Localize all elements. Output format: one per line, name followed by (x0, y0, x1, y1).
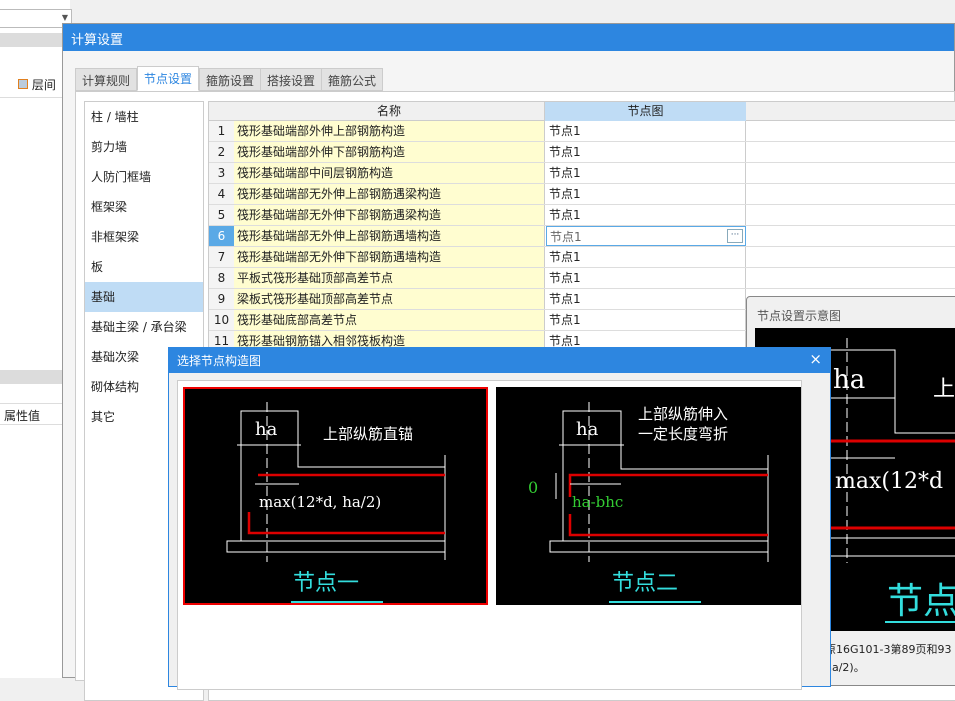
node-value-text: 节点1 (549, 313, 581, 327)
table-row[interactable]: 2 筏形基础端部外伸下部钢筋构造 节点1 (209, 142, 955, 163)
node-value-text: 节点1 (549, 124, 581, 138)
row-node-value[interactable]: 节点1 (546, 142, 746, 162)
node-value-text: 节点1 (549, 166, 581, 180)
row-node-value[interactable]: 节点1 (546, 289, 746, 309)
chevron-down-icon: ▼ (61, 13, 68, 22)
select-node-dialog: 选择节点构造图 × ha 上部纵筋直锚 max(12*d, ha/2) 节点一 … (168, 347, 831, 690)
background-panel-header (0, 370, 62, 384)
property-value-header: 属性值 (0, 403, 62, 425)
category-item[interactable]: 基础 (85, 282, 203, 312)
node2-dim: 0 (528, 478, 538, 497)
toolbar-item-layer[interactable]: 层间 (32, 78, 56, 92)
category-item[interactable]: 柱 / 墙柱 (85, 102, 203, 132)
node1-desc: 上部纵筋直锚 (323, 425, 413, 443)
table-row[interactable]: 1 筏形基础端部外伸上部钢筋构造 节点1 (209, 121, 955, 142)
node-value-text: 节点1 (549, 334, 581, 348)
row-number: 3 (209, 163, 234, 183)
background-toolbar: 层间 (0, 72, 62, 98)
preview-title: 节点设置示意图 (757, 309, 842, 323)
category-item[interactable]: 人防门框墙 (85, 162, 203, 192)
row-node-value[interactable]: 节点1 (546, 184, 746, 204)
tab-stirrup-formula[interactable]: 箍筋公式 (321, 68, 384, 91)
row-name: 梁板式筏形基础顶部高差节点 (234, 289, 545, 309)
node2-ha-label: ha (576, 419, 599, 440)
table-row[interactable]: 5 筏形基础端部无外伸下部钢筋遇梁构造 节点1 (209, 205, 955, 226)
tab-calc-rules[interactable]: 计算规则 (75, 68, 138, 91)
node-value-text: 节点1 (550, 230, 582, 244)
table-row[interactable]: 3 筏形基础端部中间层钢筋构造 节点1 (209, 163, 955, 184)
row-number: 1 (209, 121, 234, 141)
row-name: 平板式筏形基础顶部高差节点 (234, 268, 545, 288)
preview-ha-label: ha (833, 365, 865, 395)
row-node-value[interactable]: 节点1 (546, 205, 746, 225)
ellipsis-button[interactable]: ··· (727, 229, 743, 243)
col-node-header: 节点图 (545, 102, 746, 121)
row-node-value[interactable]: 节点1 ··· (546, 226, 746, 246)
node-value-text: 节点1 (549, 250, 581, 264)
node1-formula: max(12*d, ha/2) (259, 493, 381, 511)
row-node-value[interactable]: 节点1 (546, 121, 746, 141)
node1-label: 节点一 (293, 571, 359, 596)
node2-label: 节点二 (612, 571, 678, 596)
row-name: 筏形基础端部无外伸上部钢筋遇墙构造 (234, 226, 545, 246)
node-option-2[interactable]: ha 上部纵筋伸入 一定长度弯折 0 ha-bhc 节点二 (496, 387, 801, 605)
tab-stirrup-settings[interactable]: 箍筋设置 (199, 68, 262, 91)
category-item[interactable]: 板 (85, 252, 203, 282)
row-name: 筏形基础端部无外伸下部钢筋遇墙构造 (234, 247, 545, 267)
preview-node-label: 节点 (887, 581, 955, 622)
layer-icon (18, 79, 28, 89)
tab-lap-settings[interactable]: 搭接设置 (260, 68, 323, 91)
background-app-panel (0, 0, 70, 678)
node-option-1[interactable]: ha 上部纵筋直锚 max(12*d, ha/2) 节点一 (183, 387, 488, 605)
row-name: 筏形基础端部外伸下部钢筋构造 (234, 142, 545, 162)
dialog-title: 计算设置 (63, 24, 954, 51)
table-row[interactable]: 4 筏形基础端部无外伸上部钢筋遇梁构造 节点1 (209, 184, 955, 205)
preview-formula: max(12*d (835, 469, 943, 494)
table-row[interactable]: 6 筏形基础端部无外伸上部钢筋遇墙构造 节点1 ··· (209, 226, 955, 247)
col-name-header: 名称 (234, 102, 545, 120)
table-row[interactable]: 7 筏形基础端部无外伸下部钢筋遇墙构造 节点1 (209, 247, 955, 268)
close-icon[interactable]: × (809, 350, 822, 368)
node1-ha-label: ha (255, 419, 278, 440)
table-row[interactable]: 8 平板式筏形基础顶部高差节点 节点1 (209, 268, 955, 289)
node-value-text: 节点1 (549, 145, 581, 159)
row-node-value[interactable]: 节点1 (546, 163, 746, 183)
category-item[interactable]: 非框架梁 (85, 222, 203, 252)
node-value-text: 节点1 (549, 208, 581, 222)
row-number: 8 (209, 268, 234, 288)
preview-desc-label: 上部 (933, 377, 955, 402)
row-name: 筏形基础端部无外伸下部钢筋遇梁构造 (234, 205, 545, 225)
select-dialog-title: 选择节点构造图 (177, 354, 262, 368)
node2-desc-1: 上部纵筋伸入 (638, 405, 728, 423)
row-name: 筏形基础端部中间层钢筋构造 (234, 163, 545, 183)
row-name: 筏形基础端部外伸上部钢筋构造 (234, 121, 545, 141)
row-number: 2 (209, 142, 234, 162)
node2-formula: ha-bhc (572, 493, 623, 511)
node-value-text: 节点1 (549, 271, 581, 285)
node2-desc-2: 一定长度弯折 (638, 425, 728, 443)
row-number: 9 (209, 289, 234, 309)
background-header (0, 33, 62, 47)
row-number: 7 (209, 247, 234, 267)
category-item[interactable]: 基础主梁 / 承台梁 (85, 312, 203, 342)
row-number: 5 (209, 205, 234, 225)
row-node-value[interactable]: 节点1 (546, 268, 746, 288)
tab-node-settings[interactable]: 节点设置 (137, 66, 200, 91)
row-name: 筏形基础端部无外伸上部钢筋遇梁构造 (234, 184, 545, 204)
node-value-text: 节点1 (549, 187, 581, 201)
preview-desc-1: 原16G101-3第89页和93 (825, 643, 952, 656)
row-number: 10 (209, 310, 234, 330)
row-node-value[interactable]: 节点1 (546, 310, 746, 330)
row-number: 4 (209, 184, 234, 204)
grid-header: 名称 节点图 (209, 102, 955, 121)
category-item[interactable]: 剪力墙 (85, 132, 203, 162)
category-item[interactable]: 框架梁 (85, 192, 203, 222)
row-node-value[interactable]: 节点1 (546, 247, 746, 267)
node-value-text: 节点1 (549, 292, 581, 306)
row-name: 筏形基础底部高差节点 (234, 310, 545, 330)
row-number: 6 (209, 226, 234, 246)
